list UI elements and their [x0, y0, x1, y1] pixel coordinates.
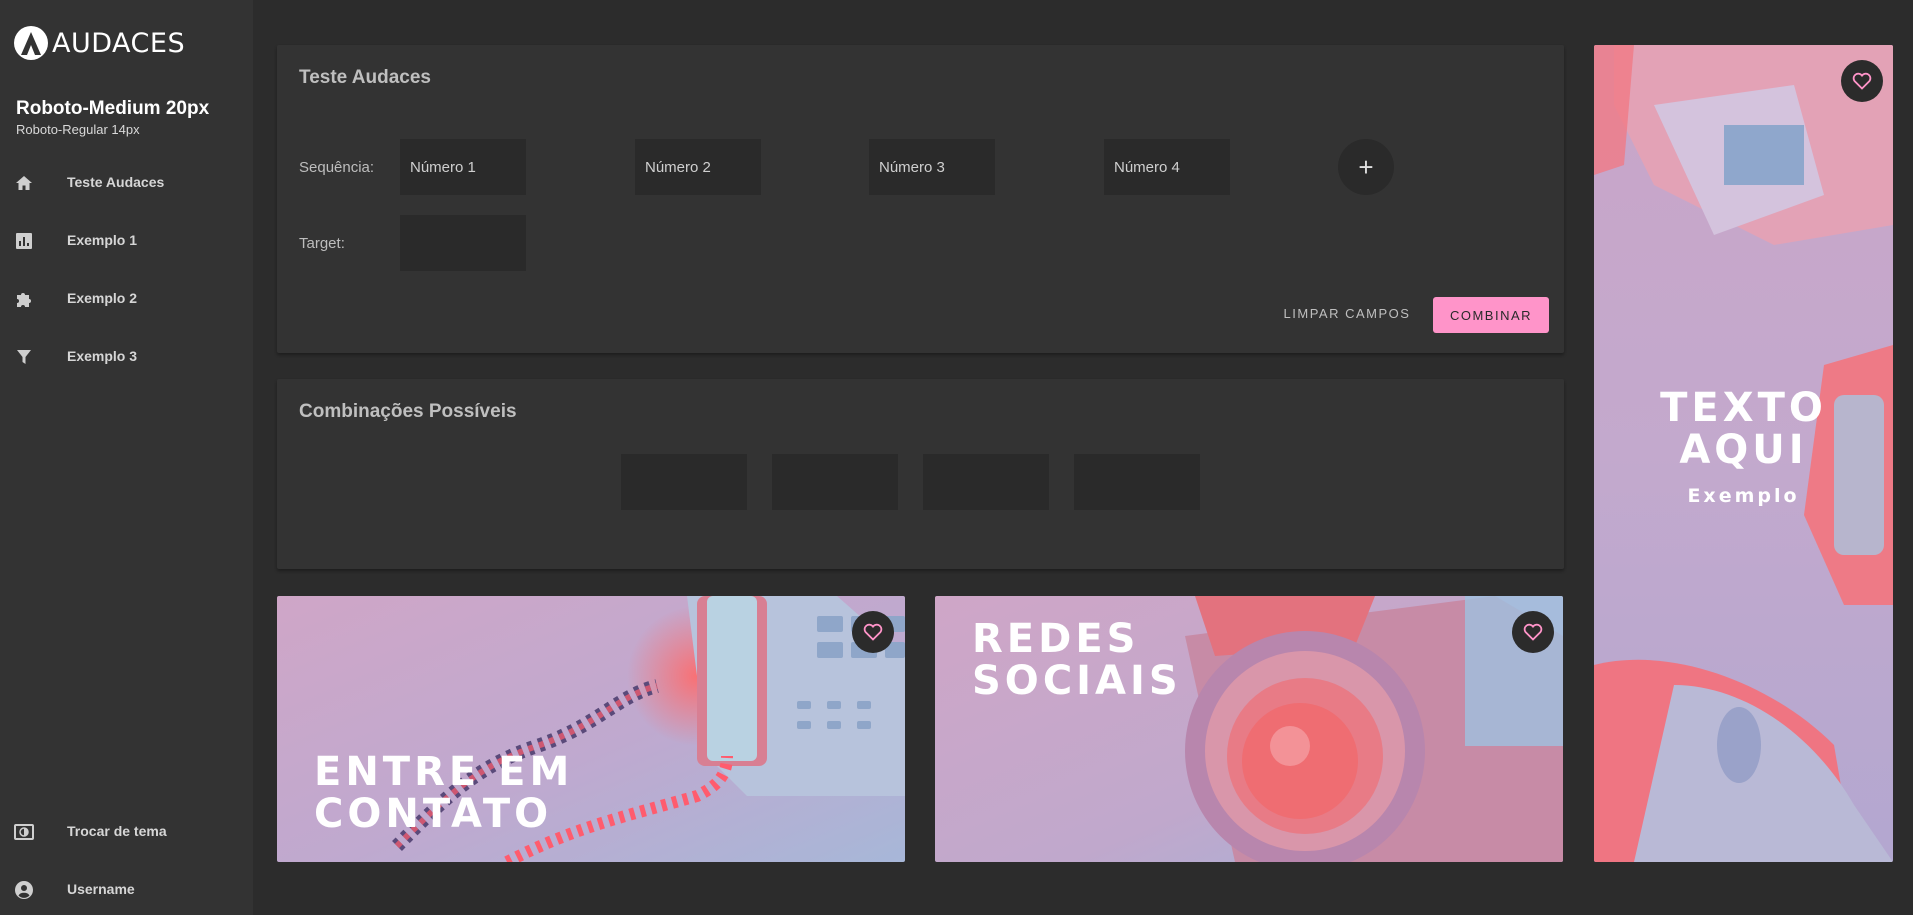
bar-chart-icon [14, 231, 34, 251]
side-tile-title: TEXTO AQUI [1594, 387, 1893, 471]
favorite-button[interactable] [852, 611, 894, 653]
sidebar-item-exemplo-1[interactable]: Exemplo 1 [0, 220, 253, 260]
social-tile-title: REDES SOCIAIS [972, 618, 1182, 702]
target-label: Target: [299, 235, 345, 252]
sequence-label: Sequência: [299, 159, 375, 176]
sidebar-item-label: Username [67, 881, 135, 897]
form-card: Teste Audaces Sequência: + Target: LIMPA… [277, 45, 1564, 353]
number-2-input[interactable] [635, 139, 761, 195]
side-tile-subtitle: Exemplo [1687, 485, 1800, 507]
combination-item [923, 454, 1049, 510]
heart-icon [1523, 623, 1543, 641]
combinations-card: Combinações Possíveis [277, 379, 1564, 569]
profile-title: Roboto-Medium 20px [16, 98, 210, 119]
sidebar-item-exemplo-2[interactable]: Exemplo 2 [0, 278, 253, 318]
social-tile-line-1: REDES [972, 616, 1140, 662]
side-tile-line-1: TEXTO [1660, 385, 1827, 431]
social-tile-line-2: SOCIAIS [972, 658, 1182, 704]
sidebar-item-exemplo-3[interactable]: Exemplo 3 [0, 336, 253, 376]
form-title: Teste Audaces [299, 67, 431, 88]
sidebar-item-label: Exemplo 2 [67, 290, 138, 306]
favorite-button[interactable] [1841, 60, 1883, 102]
number-4-input[interactable] [1104, 139, 1230, 195]
add-number-button[interactable]: + [1338, 139, 1394, 195]
favorite-button[interactable] [1512, 611, 1554, 653]
target-input[interactable] [400, 215, 526, 271]
side-tile-line-2: AQUI [1679, 427, 1808, 473]
filter-icon [14, 347, 34, 367]
sidebar-item-label: Exemplo 1 [67, 232, 138, 248]
heart-icon [863, 623, 883, 641]
combine-button[interactable]: COMBINAR [1433, 297, 1549, 333]
contact-tile-line-1: ENTRE EM [314, 749, 574, 795]
sidebar: AUDACES Roboto-Medium 20px Roboto-Regula… [0, 0, 253, 915]
clear-fields-button[interactable]: LIMPAR CAMPOS [1247, 297, 1447, 329]
puzzle-icon [14, 289, 34, 309]
contact-tile-title: ENTRE EM CONTATO [314, 751, 573, 835]
combination-item [1074, 454, 1200, 510]
heart-icon [1852, 72, 1872, 90]
number-3-input[interactable] [869, 139, 995, 195]
combination-item [772, 454, 898, 510]
social-tile[interactable]: REDES SOCIAIS [935, 596, 1563, 862]
combination-item [621, 454, 747, 510]
sidebar-item-label: Teste Audaces [67, 174, 165, 190]
profile-subtitle: Roboto-Regular 14px [16, 122, 140, 137]
logo-mark-icon [14, 26, 48, 60]
number-1-input[interactable] [400, 139, 526, 195]
sidebar-item-label: Trocar de tema [67, 823, 167, 839]
theme-toggle-button[interactable]: Trocar de tema [0, 811, 253, 851]
sidebar-item-teste-audaces[interactable]: Teste Audaces [0, 162, 253, 202]
account-icon [14, 880, 34, 900]
contact-tile-line-2: CONTATO [314, 791, 553, 837]
sidebar-item-label: Exemplo 3 [67, 348, 138, 364]
brand-logo[interactable]: AUDACES [14, 26, 185, 60]
theme-toggle-icon [14, 822, 34, 842]
combinations-title: Combinações Possíveis [299, 401, 517, 422]
side-tile[interactable]: TEXTO AQUI Exemplo [1594, 45, 1893, 862]
brand-name: AUDACES [52, 27, 186, 59]
contact-tile[interactable]: ENTRE EM CONTATO [277, 596, 905, 862]
home-icon [14, 173, 34, 193]
user-account-button[interactable]: Username [0, 869, 253, 909]
